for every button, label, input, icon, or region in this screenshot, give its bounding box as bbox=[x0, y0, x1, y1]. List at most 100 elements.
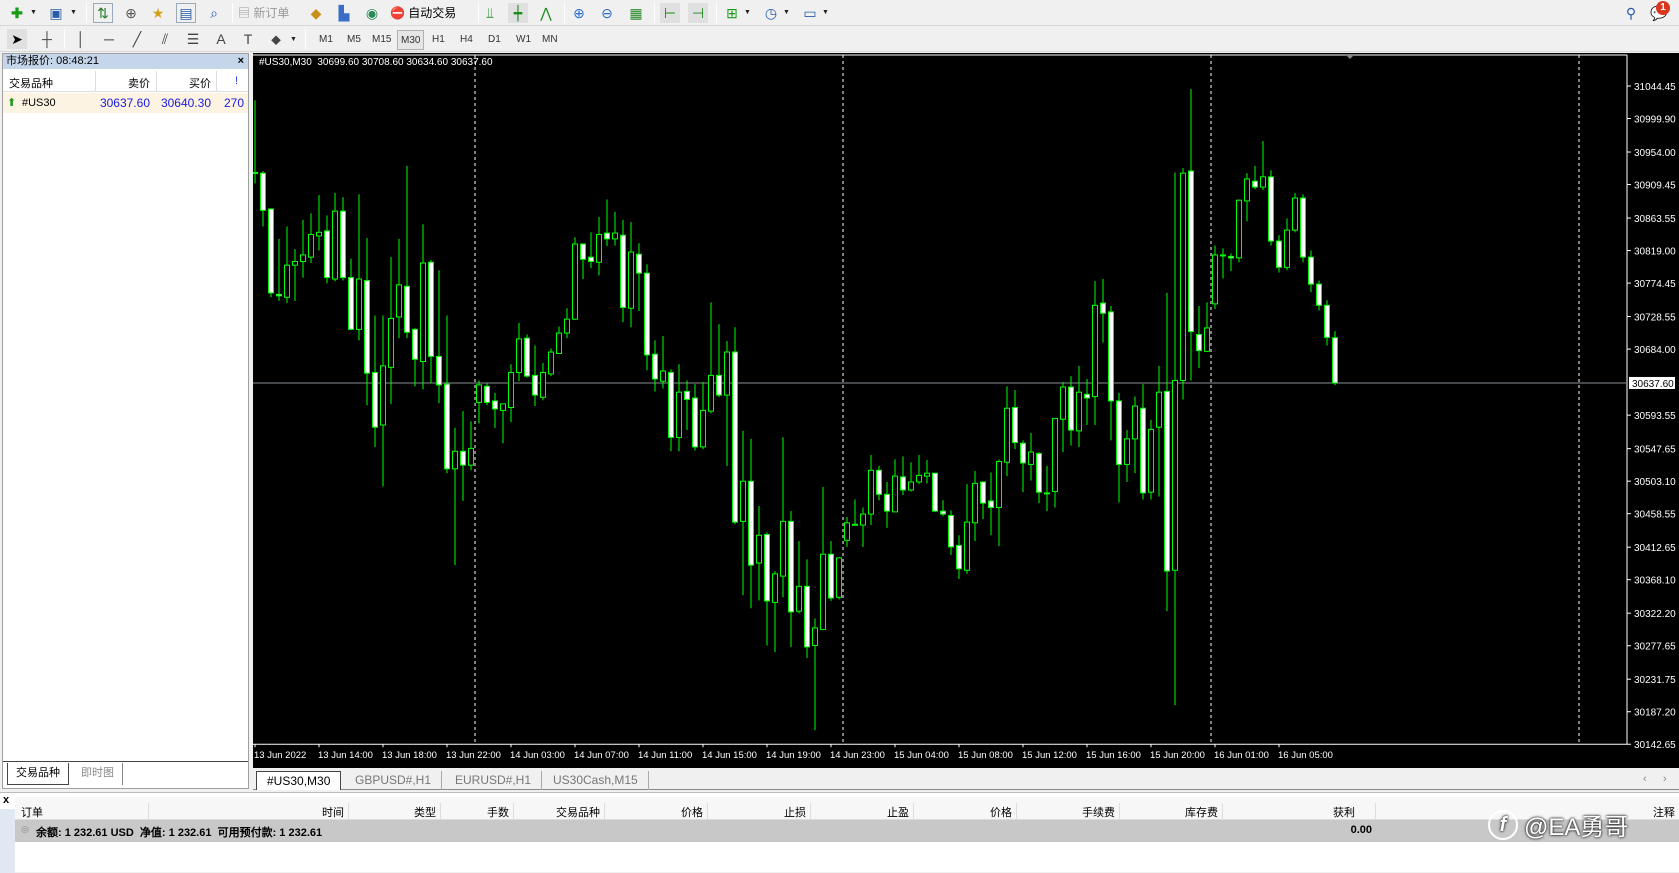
signals-icon[interactable]: ◉ bbox=[362, 3, 382, 23]
candle bbox=[908, 462, 914, 492]
column-symbol[interactable]: 交易品种 bbox=[9, 75, 53, 91]
chart-tab-us30-m30[interactable]: #US30,M30 bbox=[256, 771, 342, 790]
column-spread[interactable]: ! bbox=[235, 75, 238, 87]
candle-body-bullish bbox=[844, 522, 850, 541]
chart-tab-us30cash-m15[interactable]: US30Cash,M15 bbox=[543, 771, 649, 790]
terminal-icon[interactable]: ▙ bbox=[334, 3, 354, 23]
timeframe-d1[interactable]: D1 bbox=[485, 30, 504, 50]
timeframe-h1[interactable]: H1 bbox=[429, 30, 448, 50]
auto-trading-label: 自动交易 bbox=[408, 6, 457, 20]
text-label-icon[interactable]: T bbox=[238, 29, 258, 49]
candle-body-bearish bbox=[884, 493, 890, 512]
candle bbox=[860, 507, 866, 547]
candle-body-bearish bbox=[764, 534, 770, 602]
tab-symbols[interactable]: 交易品种 bbox=[7, 763, 69, 785]
candle bbox=[1212, 245, 1218, 309]
candle-body-bearish bbox=[684, 390, 690, 400]
horizontal-line-icon[interactable]: ─ bbox=[99, 29, 119, 49]
candle-body-bearish bbox=[644, 272, 650, 356]
watermark-logo-icon: f bbox=[1488, 809, 1518, 840]
timeframe-mn[interactable]: MN bbox=[539, 30, 561, 50]
close-icon[interactable]: × bbox=[238, 54, 244, 69]
tab-scroll-left-icon[interactable]: ‹ bbox=[1643, 773, 1647, 785]
candle-body-bearish bbox=[532, 374, 538, 396]
candle bbox=[460, 411, 466, 501]
candle-body-bullish bbox=[356, 278, 362, 330]
line-chart-icon[interactable]: ⋀ bbox=[536, 3, 556, 23]
tab-tick-chart[interactable]: 即时图 bbox=[73, 763, 123, 785]
timeframe-m1[interactable]: M1 bbox=[316, 30, 336, 50]
candle bbox=[1292, 192, 1298, 233]
chevron-down-icon[interactable]: ▼ bbox=[822, 9, 829, 16]
candle bbox=[596, 216, 602, 276]
chevron-down-icon[interactable]: ▼ bbox=[70, 9, 77, 16]
chevron-down-icon[interactable]: ▼ bbox=[744, 9, 751, 16]
column-ask[interactable]: 买价 bbox=[189, 75, 211, 91]
price-chart[interactable]: 31044.45 30999.90 30954.00 30909.45 30863.55… bbox=[253, 53, 1679, 768]
column-bid[interactable]: 卖价 bbox=[128, 75, 150, 91]
timeframe-w1[interactable]: W1 bbox=[513, 30, 534, 50]
candle bbox=[340, 197, 346, 281]
search-icon[interactable]: ⚲ bbox=[1621, 3, 1641, 23]
vertical-line-icon[interactable]: │ bbox=[71, 29, 91, 49]
cursor-icon[interactable]: ➤ bbox=[7, 29, 27, 49]
candle-body-bullish bbox=[1212, 254, 1218, 305]
candle-body-bearish bbox=[253, 171, 258, 174]
templates-icon[interactable]: ▭ bbox=[800, 3, 820, 23]
timeframe-m30[interactable]: M30 bbox=[397, 30, 425, 50]
crosshair-tool-icon[interactable]: ┼ bbox=[37, 29, 57, 49]
chevron-down-icon[interactable]: ▼ bbox=[290, 36, 297, 43]
bar-chart-icon[interactable]: ⫫ bbox=[480, 3, 500, 23]
profiles-icon[interactable]: ▣ bbox=[46, 3, 66, 23]
metaeditor-icon[interactable]: ◆ bbox=[306, 3, 326, 23]
new-order-button[interactable]: ▤ 新订单 bbox=[238, 3, 289, 23]
tile-windows-icon[interactable]: ▦ bbox=[626, 3, 646, 23]
balance-row[interactable]: ◎ 余额: 1 232.61 USD 净值: 1 232.61 可用预付款: 1… bbox=[15, 820, 1679, 842]
sort-arrow-icon[interactable]: ▽ bbox=[1348, 807, 1354, 816]
trendline-icon[interactable]: ╱ bbox=[127, 29, 147, 49]
candlestick-chart-icon[interactable]: ┿ bbox=[508, 3, 528, 23]
timeframe-h4[interactable]: H4 bbox=[457, 30, 476, 50]
chevron-down-icon[interactable]: ▼ bbox=[30, 9, 37, 16]
candle bbox=[396, 238, 402, 339]
terminal-close-icon[interactable]: x bbox=[3, 794, 9, 806]
candle bbox=[412, 327, 418, 387]
auto-trading-button[interactable]: ⛔ 自动交易 bbox=[390, 3, 456, 23]
text-icon[interactable]: A bbox=[211, 29, 231, 49]
periods-clock-icon[interactable]: ◷ bbox=[761, 3, 781, 23]
candle bbox=[300, 219, 306, 278]
fibonacci-icon[interactable]: ☰ bbox=[183, 29, 203, 49]
candle bbox=[348, 258, 354, 331]
autoscroll-icon[interactable]: ⊣ bbox=[688, 3, 708, 23]
candlestick-chart: 31044.45 30999.90 30954.00 30909.45 30863.55… bbox=[253, 54, 1676, 761]
candle bbox=[1252, 165, 1258, 190]
chevron-down-icon[interactable]: ▼ bbox=[783, 9, 790, 16]
chart-tab-gbpusd-h1[interactable]: GBPUSD#,H1 bbox=[345, 771, 443, 790]
candle bbox=[972, 471, 978, 542]
zoom-in-icon[interactable]: ⊕ bbox=[569, 3, 589, 23]
candle-body-bearish bbox=[1116, 400, 1122, 465]
timeframe-m15[interactable]: M15 bbox=[369, 30, 394, 50]
arrows-icon[interactable]: ⬥ bbox=[266, 29, 286, 49]
candle bbox=[668, 369, 674, 452]
new-chart-icon[interactable]: ✚ bbox=[7, 3, 27, 23]
price-tick-label: 30231.75 bbox=[1634, 675, 1676, 686]
zoom-out-icon[interactable]: ⊖ bbox=[597, 3, 617, 23]
chart-shift-icon[interactable]: ⊢ bbox=[660, 3, 680, 23]
chart-tab-eurusd-h1[interactable]: EURUSD#,H1 bbox=[445, 771, 543, 790]
crosshair-icon[interactable]: ⊕ bbox=[121, 3, 141, 23]
market-watch-icon[interactable]: ⇅ bbox=[93, 3, 113, 23]
tab-scroll-right-icon[interactable]: › bbox=[1663, 773, 1667, 785]
data-window-icon[interactable]: ▤ bbox=[176, 3, 196, 23]
candle-body-bearish bbox=[1220, 254, 1226, 257]
candle bbox=[564, 308, 570, 339]
timeframe-m5[interactable]: M5 bbox=[344, 30, 364, 50]
time-tick-label: 14 Jun 07:00 bbox=[574, 750, 629, 761]
market-watch-row[interactable]: ⬆ #US30 30637.60 30640.30 270 bbox=[3, 93, 248, 113]
favorites-folder-icon[interactable]: ★ bbox=[148, 3, 168, 23]
time-tick-label: 14 Jun 11:00 bbox=[638, 750, 692, 761]
indicators-icon[interactable]: ⊞ bbox=[722, 3, 742, 23]
fibonacci-fan-icon[interactable]: ⫽ bbox=[155, 29, 175, 49]
strategy-tester-icon[interactable]: ⌕ bbox=[204, 3, 224, 23]
auto-trading-icon: ⛔ bbox=[390, 6, 405, 20]
